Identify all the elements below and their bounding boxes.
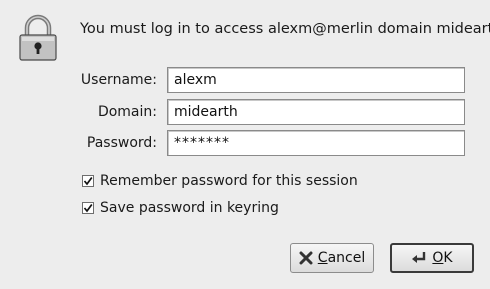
- cancel-button[interactable]: Cancel: [290, 243, 374, 273]
- save-keyring-option[interactable]: Save password in keyring: [82, 199, 279, 217]
- password-label-text: Password:: [86, 135, 157, 151]
- domain-label-text: Domain:: [97, 104, 157, 120]
- username-field[interactable]: alexm: [167, 67, 465, 93]
- domain-field[interactable]: midearth: [167, 99, 465, 125]
- username-label-text: Username:: [80, 72, 157, 88]
- ok-button-label: OK: [432, 250, 453, 266]
- save-keyring-checkbox[interactable]: [82, 202, 94, 214]
- lock-icon: [19, 14, 57, 61]
- ok-button[interactable]: OK: [390, 243, 474, 273]
- enter-key-icon: [412, 252, 426, 263]
- checkmark-icon: [83, 176, 93, 186]
- cancel-x-icon: [299, 251, 313, 265]
- domain-label: Domain:: [0, 104, 157, 120]
- remember-session-option[interactable]: Remember password for this session: [82, 172, 358, 190]
- remember-session-checkbox[interactable]: [82, 175, 94, 187]
- username-label: Username:: [0, 72, 157, 88]
- remember-session-label: Remember password for this session: [100, 173, 358, 189]
- save-keyring-label: Save password in keyring: [100, 200, 279, 216]
- login-message: You must log in to access alexm@merlin d…: [80, 21, 490, 37]
- password-label: Password:: [0, 135, 157, 151]
- cancel-button-label: Cancel: [317, 250, 366, 266]
- checkmark-icon: [83, 203, 93, 213]
- password-field[interactable]: *******: [167, 130, 465, 156]
